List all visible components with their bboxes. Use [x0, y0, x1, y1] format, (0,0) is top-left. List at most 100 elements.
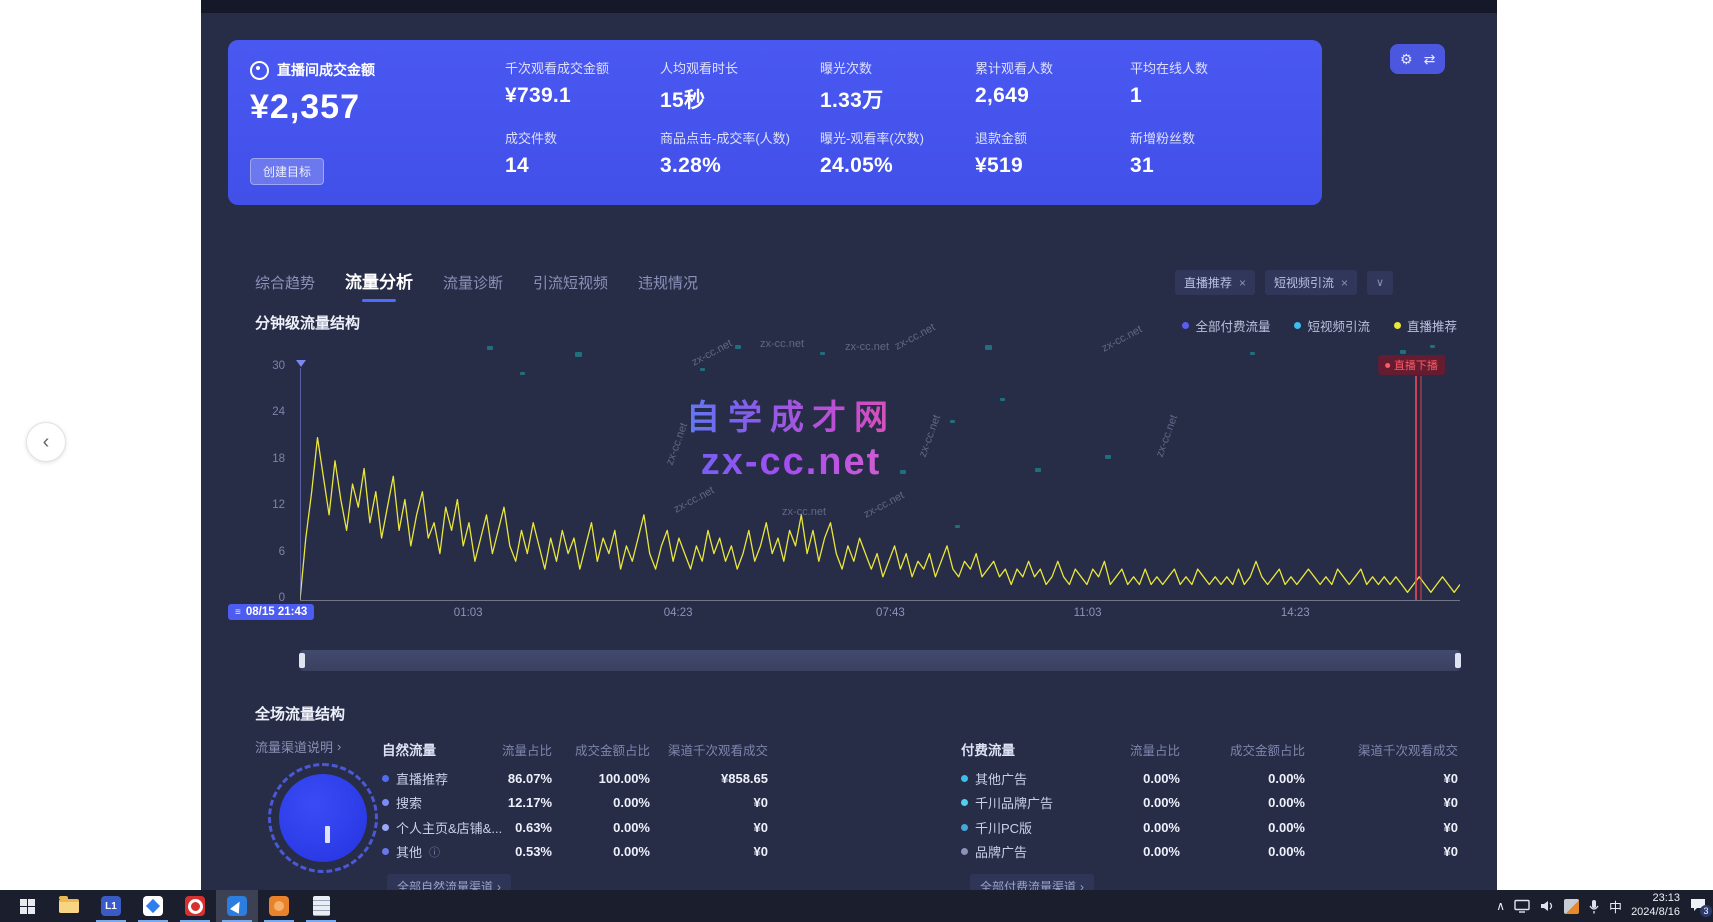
filter-chips: 直播推荐× 短视频引流× ∨	[1175, 270, 1393, 295]
microphone-icon[interactable]	[1588, 899, 1600, 914]
notification-icon[interactable]: 3	[1689, 897, 1709, 915]
channel-dot-icon	[961, 824, 968, 831]
stream-end-badge: 直播下播	[1378, 355, 1445, 375]
x-axis: ≡08/15 21:4301:0304:2307:4311:0314:23	[300, 600, 1460, 626]
traffic-share: 0.63%	[502, 820, 552, 835]
gmv-share: 0.00%	[1180, 795, 1305, 810]
metric-value: 31	[1130, 154, 1280, 178]
tab-违规情况[interactable]: 违规情况	[638, 272, 698, 302]
y-tick: 18	[253, 453, 285, 465]
x-tick[interactable]: ≡08/15 21:43	[228, 604, 314, 620]
channel-dot-icon	[961, 848, 968, 855]
legend-item-全部付费流量[interactable]: 全部付费流量	[1182, 316, 1270, 335]
metric-label: 新增粉丝数	[1130, 128, 1280, 147]
compass-icon	[250, 61, 269, 80]
app-l1-icon-glyph: L1	[101, 896, 121, 916]
metric-label: 曝光次数	[820, 58, 975, 77]
channel-label: 千川PC版	[961, 818, 1081, 837]
metric-label: 商品点击-成交率(人数)	[660, 128, 820, 147]
legend-item-直播推荐[interactable]: 直播推荐	[1394, 316, 1457, 335]
traffic-donut-chart[interactable]	[268, 763, 378, 873]
brush-handle-left[interactable]	[299, 653, 305, 668]
metric-label: 退款金额	[975, 128, 1130, 147]
app-teal-icon[interactable]	[132, 890, 174, 922]
y-tick: 30	[253, 360, 285, 372]
per-mille-gmv: ¥0	[650, 820, 768, 835]
start-button[interactable]	[6, 890, 48, 922]
windows-taskbar: L1 ∧ 中 23:13 2024/8/16	[0, 890, 1713, 922]
channel-info-link[interactable]: 流量渠道说明 ›	[255, 737, 341, 756]
column-header: 成交金额占比	[552, 740, 650, 759]
traffic-share: 86.07%	[502, 771, 552, 786]
volume-icon[interactable]	[1539, 899, 1555, 913]
gmv-share: 0.00%	[1180, 820, 1305, 835]
brush-handle-right[interactable]	[1455, 653, 1461, 668]
tab-综合趋势[interactable]: 综合趋势	[255, 272, 315, 302]
app-cursor-icon[interactable]	[216, 890, 258, 922]
traffic-share: 12.17%	[502, 795, 552, 810]
file-explorer-icon[interactable]	[48, 890, 90, 922]
file-explorer-icon-glyph	[59, 899, 79, 913]
notepad-icon[interactable]	[300, 890, 342, 922]
donut-fill	[279, 774, 367, 862]
tab-引流短视频[interactable]: 引流短视频	[533, 272, 608, 302]
ime-indicator[interactable]: 中	[1609, 897, 1622, 916]
close-icon[interactable]: ×	[1341, 276, 1348, 290]
artifact-dot	[735, 345, 741, 349]
chevron-down-icon[interactable]: ∨	[1367, 271, 1393, 295]
app-orange-icon[interactable]	[258, 890, 300, 922]
all-channels-link[interactable]: 全部自然流量渠道›	[387, 874, 511, 890]
chevron-up-icon[interactable]: ∧	[1496, 899, 1505, 913]
artifact-dot	[487, 346, 493, 350]
gmv-share: 100.00%	[552, 771, 650, 786]
y-tick: 12	[253, 499, 285, 511]
notepad-icon-glyph	[313, 896, 330, 916]
close-icon[interactable]: ×	[1239, 276, 1246, 290]
create-goal-button[interactable]: 创建目标	[250, 158, 324, 185]
arrow-right-icon: ›	[1080, 880, 1084, 891]
metric-label: 曝光-观看率(次数)	[820, 128, 975, 147]
artifact-dot	[820, 352, 825, 355]
app-red-icon-glyph	[185, 896, 205, 916]
x-tick: 01:03	[454, 607, 483, 619]
metric-cell: 平均在线人数 1	[1130, 58, 1280, 114]
metric-value: 15秒	[660, 84, 820, 114]
table-row: 千川PC版 0.00% 0.00% ¥0	[961, 815, 1458, 840]
network-icon[interactable]	[1514, 899, 1530, 913]
info-icon: ⓘ	[429, 844, 440, 860]
tray-app-icon[interactable]	[1564, 899, 1579, 914]
tab-流量诊断[interactable]: 流量诊断	[443, 272, 503, 302]
app-top-bar	[201, 0, 1497, 13]
channel-label: 搜索	[382, 793, 502, 812]
metric-label: 平均在线人数	[1130, 58, 1280, 77]
app-red-icon[interactable]	[174, 890, 216, 922]
chart-legend: 全部付费流量 短视频引流 直播推荐	[1182, 316, 1457, 335]
datazoom-brush[interactable]	[300, 650, 1460, 671]
gmv-title-row: 直播间成交金额	[250, 60, 375, 80]
metric-label: 成交件数	[505, 128, 660, 147]
filter-chip[interactable]: 短视频引流×	[1265, 270, 1357, 295]
back-button[interactable]: ‹	[26, 422, 66, 462]
watermark-tile: zx-cc.net	[1100, 323, 1144, 354]
gmv-share: 0.00%	[1180, 771, 1305, 786]
filter-chip[interactable]: 直播推荐×	[1175, 270, 1255, 295]
legend-item-短视频引流[interactable]: 短视频引流	[1294, 316, 1370, 335]
channel-dot-icon	[382, 848, 389, 855]
app-l1-icon[interactable]: L1	[90, 890, 132, 922]
all-channels-link[interactable]: 全部付费流量渠道›	[970, 874, 1094, 890]
chart-start-cursor	[300, 368, 301, 600]
traffic-section-title: 全场流量结构	[255, 703, 345, 724]
watermark-tile: zx-cc.net	[893, 321, 937, 352]
metric-cell: 曝光次数 1.33万	[820, 58, 975, 114]
traffic-line-chart[interactable]: 直播下播	[300, 368, 1460, 601]
channel-label: 直播推荐	[382, 769, 502, 788]
gear-icon[interactable]: ⚙	[1400, 51, 1413, 68]
y-tick: 0	[253, 592, 285, 604]
taskbar-clock[interactable]: 23:13 2024/8/16	[1631, 892, 1680, 920]
traffic-share: 0.00%	[1081, 844, 1180, 859]
column-header: 渠道千次观看成交	[1305, 740, 1458, 759]
swap-icon[interactable]: ⇄	[1424, 51, 1436, 68]
table-row: 搜索 12.17% 0.00% ¥0	[382, 791, 768, 816]
tab-流量分析[interactable]: 流量分析	[345, 268, 413, 302]
arrow-right-icon: ›	[497, 880, 501, 891]
